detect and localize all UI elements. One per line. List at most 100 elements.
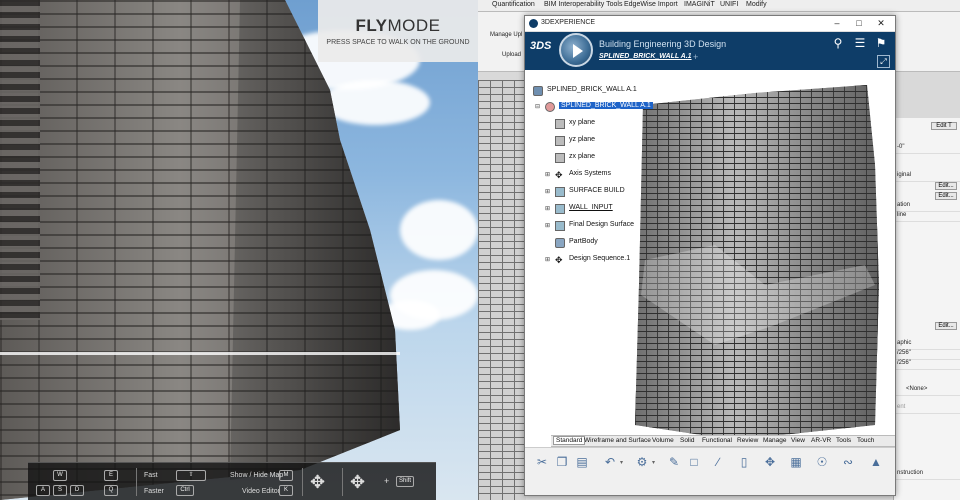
grid-icon[interactable]: ▦	[787, 453, 805, 471]
property-row: /256"	[894, 350, 960, 360]
shift-key: Shift	[396, 476, 414, 487]
chevron-down-icon[interactable]: ▾	[652, 459, 655, 466]
ribbon-tabs: Quantification BIM Interoperability Tool…	[478, 0, 960, 12]
screen: FLYMODE PRESS SPACE TO WALK ON THE GROUN…	[0, 0, 960, 500]
design-sequence-icon: ✥	[555, 255, 565, 265]
hud-divider	[302, 468, 303, 496]
line-icon[interactable]: ∕	[709, 453, 727, 471]
upload-label: Upload	[502, 52, 522, 58]
manage-upload-button[interactable]: Manage Upl	[490, 32, 522, 38]
minimize-icon[interactable]: –	[827, 17, 847, 30]
spline-icon[interactable]: ∾	[839, 453, 857, 471]
play-icon	[573, 44, 583, 58]
faster-label: Faster	[144, 488, 164, 495]
axis-systems-icon: ✥	[555, 170, 565, 180]
3ds-logo: 3DS	[530, 40, 552, 52]
menu-icon[interactable]: ☰	[852, 35, 868, 51]
compass-icon[interactable]	[559, 33, 593, 67]
edit-button[interactable]: Edit...	[935, 192, 957, 200]
fast-label: Fast	[144, 472, 158, 479]
key-d: D	[70, 485, 84, 496]
key-s: S	[53, 485, 67, 496]
hud-divider	[136, 468, 137, 496]
ribbon-tab[interactable]: EdgeWise Import	[624, 1, 678, 8]
3d-workspace[interactable]: SPLINED_BRICK_WALL A.1 ⊟ SPLINED_BRICK_W…	[525, 71, 895, 435]
key-a: A	[36, 485, 50, 496]
ground-line	[0, 352, 400, 355]
revit-canvas[interactable]	[478, 80, 526, 500]
search-icon[interactable]: ⚲	[830, 35, 846, 51]
tab-splined-brick-wall[interactable]: SPLINED_BRICK_WALL A.1	[599, 53, 692, 60]
property-row: iginal	[894, 172, 960, 182]
edit-type-button[interactable]: Edit T	[931, 122, 957, 130]
property-row[interactable]: <None>	[894, 386, 960, 396]
tab-solid[interactable]: Solid	[680, 437, 694, 444]
copy-icon[interactable]: ❐	[553, 453, 571, 471]
key-e: E	[104, 470, 118, 481]
add-tab-icon[interactable]: +	[693, 52, 698, 62]
cloud	[400, 200, 478, 260]
property-row: ent	[894, 404, 960, 414]
show-hide-map-label: Show / Hide Map	[230, 472, 284, 479]
tab-functional[interactable]: Functional	[702, 437, 732, 444]
action-bar-tabs: Standard Wireframe and Surface Volume So…	[551, 435, 895, 447]
app-brand: Building Engineering 3D Design	[599, 39, 727, 49]
ribbon-tab[interactable]: BIM Interoperability Tools	[544, 1, 622, 8]
edit-button[interactable]: Edit...	[935, 182, 957, 190]
update-icon[interactable]: ⚙	[633, 453, 651, 471]
expand-node-icon[interactable]: ⊞	[545, 222, 550, 229]
window-title: 3DEXPERIENCE	[541, 19, 596, 26]
property-row: line	[894, 212, 960, 222]
undo-icon[interactable]: ↶	[601, 453, 619, 471]
cut-icon[interactable]: ✂	[533, 453, 551, 471]
point-icon[interactable]: □	[685, 453, 703, 471]
maximize-icon[interactable]: □	[849, 17, 869, 30]
axis-system-icon[interactable]: ✥	[761, 453, 779, 471]
app-header: 3DS Building Engineering 3D Design SPLIN…	[525, 32, 895, 70]
expand-node-icon[interactable]: ⊞	[545, 171, 550, 178]
hud-divider	[342, 468, 343, 496]
expand-node-icon[interactable]: ⊞	[545, 256, 550, 263]
cloud	[320, 80, 430, 125]
tab-wireframe-and-surface[interactable]: Wireframe and Surface	[584, 437, 651, 444]
tag-icon[interactable]: ⚑	[873, 35, 889, 51]
edit-button[interactable]: Edit...	[935, 322, 957, 330]
expand-icon[interactable]: ⤢	[877, 55, 890, 68]
surface-icon[interactable]: ▲	[867, 453, 885, 471]
paste-icon[interactable]: ▤	[573, 453, 591, 471]
expand-node-icon[interactable]: ⊞	[545, 205, 550, 212]
plane-tool-icon[interactable]: ▯	[735, 453, 753, 471]
circle-icon[interactable]: ☉	[813, 453, 831, 471]
render-viewport[interactable]: FLYMODE PRESS SPACE TO WALK ON THE GROUN…	[0, 0, 478, 500]
sketch-icon[interactable]: ✎	[665, 453, 683, 471]
tab-manage[interactable]: Manage	[763, 437, 787, 444]
ribbon-tab[interactable]: Quantification	[492, 1, 535, 8]
ribbon-tab[interactable]: UNIFI	[720, 1, 738, 8]
expand-node-icon[interactable]: ⊞	[545, 188, 550, 195]
tab-review[interactable]: Review	[737, 437, 758, 444]
tab-tools[interactable]: Tools	[836, 437, 851, 444]
tab-volume[interactable]: Volume	[652, 437, 674, 444]
shift-arrow-key: ⇧	[176, 470, 206, 481]
plane-icon	[555, 136, 565, 146]
close-icon[interactable]: ✕	[871, 17, 891, 30]
tab-view[interactable]: View	[791, 437, 805, 444]
tab-touch[interactable]: Touch	[857, 437, 874, 444]
flymode-title: FLYMODE	[355, 16, 441, 35]
action-bar: ✂ ❐ ▤ ↶ ▾ ⚙ ▾ ✎ □ ∕ ▯ ✥ ▦ ☉ ∾ ▲	[525, 447, 895, 495]
ribbon-tab[interactable]: IMAGINiT	[684, 1, 715, 8]
tab-standard[interactable]: Standard	[553, 436, 586, 445]
3dexperience-window: 3DEXPERIENCE – □ ✕ 3DS Building Engineer…	[524, 15, 896, 496]
collapse-icon[interactable]: ⊟	[535, 103, 540, 110]
flymode-hint: PRESS SPACE TO WALK ON THE GROUND	[326, 39, 470, 46]
key-w: W	[53, 470, 67, 481]
geometrical-set-icon	[555, 187, 565, 197]
chevron-down-icon[interactable]: ▾	[620, 459, 623, 466]
mouse-move-icon: ✥	[350, 472, 366, 492]
ribbon-tab[interactable]: Modify	[746, 1, 767, 8]
tab-ar-vr[interactable]: AR-VR	[811, 437, 831, 444]
controls-hud: W A S D E Q Fast Faster ⇧ Ctrl Show / Hi…	[28, 462, 436, 500]
window-titlebar[interactable]: 3DEXPERIENCE – □ ✕	[525, 16, 895, 32]
properties-panel: Edit T -0" iginal Edit... Edit... ation …	[893, 118, 960, 500]
plus-sign: +	[384, 476, 390, 486]
